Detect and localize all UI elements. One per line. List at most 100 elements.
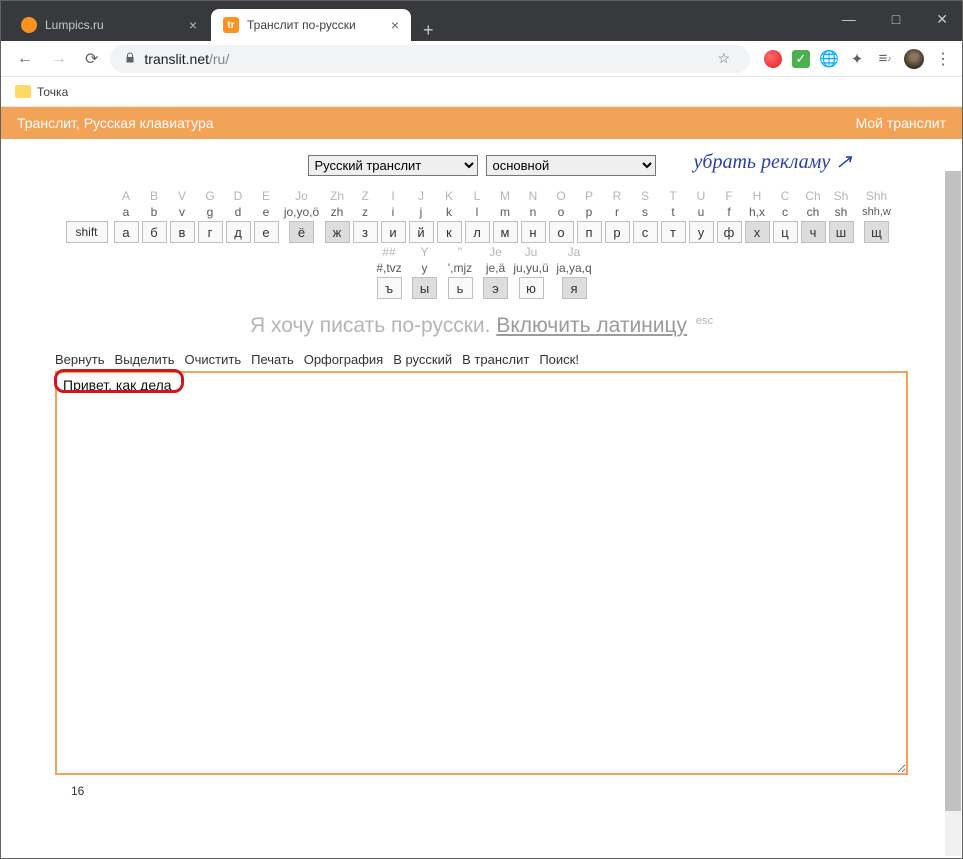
key-button[interactable]: б <box>142 221 167 243</box>
key-latin-lower: sh <box>835 204 848 220</box>
key-button[interactable]: л <box>465 221 490 243</box>
key-button[interactable]: и <box>381 221 406 243</box>
close-window-button[interactable]: ✕ <box>926 7 958 32</box>
key-latin-upper: A <box>122 188 130 204</box>
header-right-link[interactable]: Мой транслит <box>856 115 946 131</box>
new-tab-button[interactable]: + <box>413 20 444 41</box>
action-3[interactable]: Печать <box>251 352 294 367</box>
key-button[interactable]: у <box>689 221 714 243</box>
key-button[interactable]: я <box>562 277 587 299</box>
opera-icon[interactable] <box>764 50 782 68</box>
key-button[interactable]: ь <box>448 277 473 299</box>
reload-button[interactable]: ⟳ <box>79 45 104 73</box>
key-latin-upper: ## <box>368 244 410 260</box>
browser-tab-translit[interactable]: tr Транслит по-русски × <box>211 9 411 41</box>
translit-textarea[interactable] <box>55 371 908 775</box>
globe-icon[interactable]: 🌐 <box>820 50 838 68</box>
key-latin-lower: p <box>586 204 593 220</box>
key-button[interactable]: д <box>226 221 251 243</box>
key-button[interactable]: ы <box>412 277 437 299</box>
key-button[interactable]: ё <box>289 221 314 243</box>
key-button[interactable]: р <box>605 221 630 243</box>
close-icon[interactable]: × <box>189 17 197 33</box>
menu-dots-icon[interactable]: ⋮ <box>934 50 952 68</box>
profile-avatar-icon[interactable] <box>904 49 924 69</box>
reading-list-icon[interactable]: ≡♪ <box>876 50 894 68</box>
action-2[interactable]: Очистить <box>185 352 242 367</box>
bookmark-star-icon[interactable]: ☆ <box>717 50 730 67</box>
action-7[interactable]: Поиск! <box>539 352 579 367</box>
forward-button[interactable]: → <box>45 46 73 72</box>
keyboard-key-а: Aaа <box>113 188 140 243</box>
key-button[interactable]: н <box>521 221 546 243</box>
checkmark-icon[interactable]: ✓ <box>792 50 810 68</box>
bookmarks-bar: Точка <box>1 77 962 107</box>
key-button[interactable]: х <box>745 221 770 243</box>
key-button[interactable]: о <box>549 221 574 243</box>
maximize-button[interactable]: □ <box>882 7 910 32</box>
key-button[interactable]: м <box>493 221 518 243</box>
key-button[interactable]: к <box>437 221 462 243</box>
key-button[interactable]: е <box>254 221 279 243</box>
keyboard-key-з: Zzз <box>352 188 379 243</box>
key-latin-lower: j <box>420 204 423 220</box>
action-5[interactable]: В русский <box>393 352 452 367</box>
key-latin-lower: s <box>642 204 648 220</box>
key-latin-upper: Zh <box>330 188 344 204</box>
key-button[interactable]: ж <box>325 221 350 243</box>
key-latin-lower: ju,yu,ü <box>510 260 552 276</box>
folder-icon <box>15 85 31 98</box>
key-button[interactable]: г <box>198 221 223 243</box>
key-button[interactable]: ф <box>717 221 742 243</box>
toolbar-actions: ✓ 🌐 ✦ ≡♪ ⋮ <box>764 49 952 69</box>
back-button[interactable]: ← <box>11 46 39 72</box>
action-1[interactable]: Выделить <box>115 352 175 367</box>
mode-select[interactable]: основной <box>486 155 656 176</box>
key-button[interactable]: ъ <box>377 277 402 299</box>
keyboard-key-м: Mmм <box>492 188 519 243</box>
switch-layout-link[interactable]: Включить латиницу <box>496 314 687 337</box>
key-button[interactable]: щ <box>864 221 889 243</box>
key-button[interactable]: ш <box>829 221 854 243</box>
action-6[interactable]: В транслит <box>462 352 529 367</box>
address-bar[interactable]: translit.net/ru/ ☆ <box>110 45 750 73</box>
page-scrollbar-thumb[interactable] <box>945 171 961 811</box>
key-button[interactable]: т <box>661 221 686 243</box>
extensions-icon[interactable]: ✦ <box>848 50 866 68</box>
key-button[interactable]: с <box>633 221 658 243</box>
remove-ads-link[interactable]: убрать рекламу ↗ <box>694 149 852 174</box>
char-counter: 16 <box>1 782 962 798</box>
key-button[interactable]: ц <box>773 221 798 243</box>
key-button[interactable]: в <box>170 221 195 243</box>
bookmark-folder[interactable]: Точка <box>15 85 68 99</box>
key-latin-upper: G <box>205 188 214 204</box>
key-latin-lower: je,ä <box>486 260 505 276</box>
key-button[interactable]: з <box>353 221 378 243</box>
tab-title: Транслит по-русски <box>247 18 383 32</box>
key-button[interactable]: э <box>483 277 508 299</box>
action-0[interactable]: Вернуть <box>55 352 105 367</box>
address-bar-row: ← → ⟳ translit.net/ru/ ☆ ✓ 🌐 ✦ ≡♪ ⋮ <box>1 41 962 77</box>
url-host: translit.net <box>144 51 209 67</box>
key-latin-upper: F <box>725 188 732 204</box>
close-icon[interactable]: × <box>391 17 399 33</box>
action-4[interactable]: Орфография <box>304 352 383 367</box>
minimize-button[interactable]: — <box>832 7 866 32</box>
key-button[interactable]: ю <box>519 277 544 299</box>
key-button[interactable]: п <box>577 221 602 243</box>
key-latin-upper: S <box>641 188 649 204</box>
key-latin-lower: r <box>615 204 619 220</box>
shift-key[interactable]: shift <box>66 221 108 243</box>
key-button[interactable]: а <box>114 221 139 243</box>
key-button[interactable]: й <box>409 221 434 243</box>
key-latin-upper: Z <box>361 188 368 204</box>
key-latin-lower: v <box>179 204 185 220</box>
language-select[interactable]: Русский транслит <box>308 155 478 176</box>
favicon-icon <box>21 17 37 33</box>
keyboard-key-ю: Juju,yu,üю <box>510 244 552 299</box>
header-left-link[interactable]: Транслит, Русская клавиатура <box>17 115 214 131</box>
key-button[interactable]: ч <box>801 221 826 243</box>
keyboard-key-й: Jjй <box>408 188 435 243</box>
browser-tab-lumpics[interactable]: Lumpics.ru × <box>9 9 209 41</box>
site-header: Транслит, Русская клавиатура Мой трансли… <box>1 107 962 139</box>
